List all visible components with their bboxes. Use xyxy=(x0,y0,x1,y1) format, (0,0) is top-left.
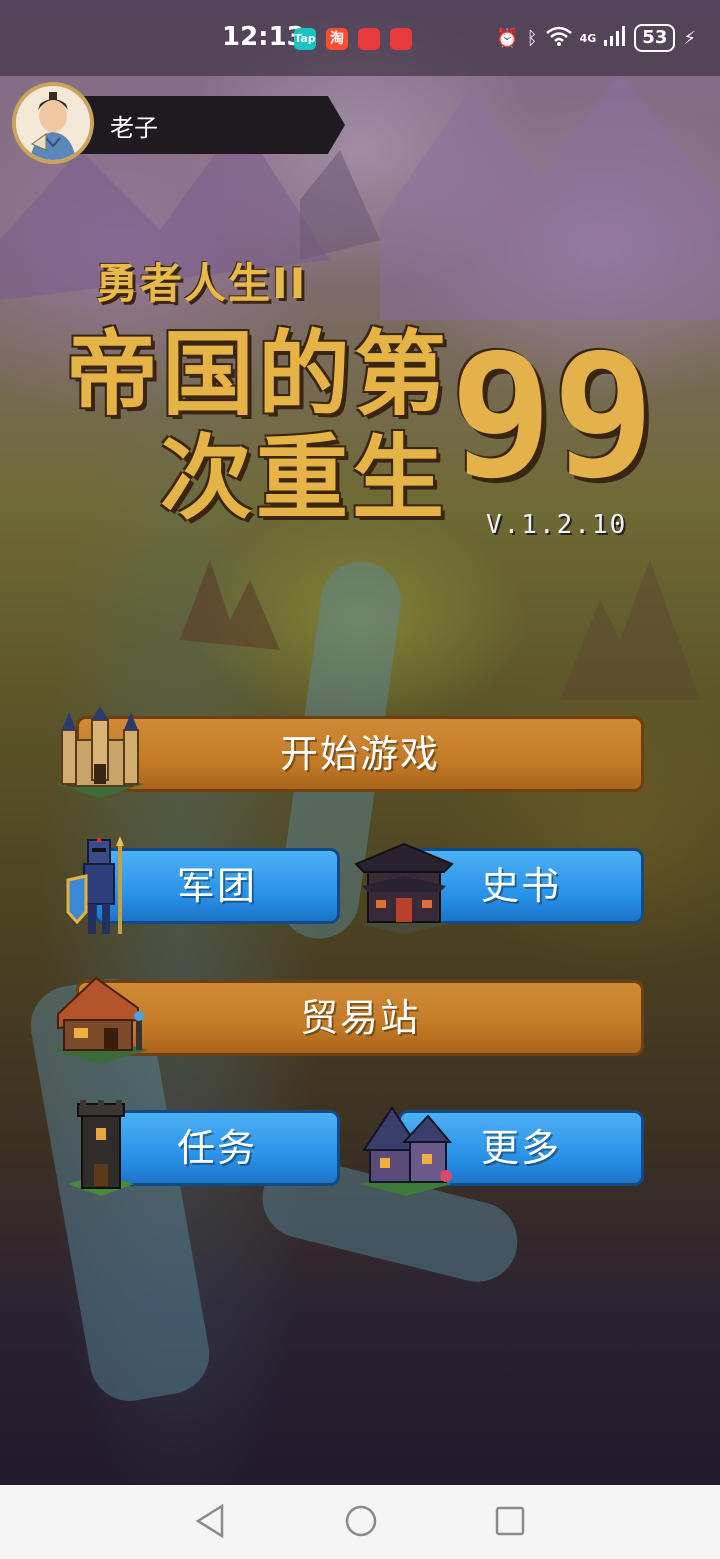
trade-station-button[interactable]: 贸易站 xyxy=(76,980,644,1056)
taobao-icon: 淘 xyxy=(326,28,348,50)
trade-house-icon xyxy=(52,976,148,1064)
title-line-2: 次重生 xyxy=(160,425,449,532)
system-navigation-bar xyxy=(0,1485,720,1559)
player-avatar[interactable] xyxy=(12,82,94,164)
castle-icon xyxy=(56,706,144,798)
cottage-icon xyxy=(360,1106,453,1196)
taptap-icon: Tap xyxy=(294,28,316,50)
status-bar: 12:13 Tap 淘 ⏰ ᛒ 4G 53 ⚡ xyxy=(0,0,720,76)
knight-icon xyxy=(66,836,124,934)
redpacket-icon xyxy=(358,28,380,50)
back-icon[interactable] xyxy=(194,1503,226,1539)
bluetooth-icon: ᛒ xyxy=(526,27,538,49)
temple-icon xyxy=(354,842,454,934)
clock: 12:13 xyxy=(222,22,305,52)
alarm-icon: ⏰ xyxy=(496,27,519,49)
status-icons: ⏰ ᛒ 4G 53 ⚡ xyxy=(496,24,696,52)
title-number: 99 xyxy=(450,318,655,516)
redpacket-icon xyxy=(390,28,412,50)
watchtower-icon xyxy=(68,1100,134,1196)
network-label: 4G xyxy=(579,31,597,45)
charging-icon: ⚡ xyxy=(683,27,696,49)
signal-icon xyxy=(604,25,626,51)
start-game-button[interactable]: 开始游戏 xyxy=(76,716,644,792)
recent-apps-icon[interactable] xyxy=(494,1503,526,1539)
avatar-portrait-icon xyxy=(16,86,90,160)
legion-label: 军团 xyxy=(176,864,257,908)
home-icon[interactable] xyxy=(344,1503,378,1539)
battery-indicator: 53 xyxy=(634,24,676,52)
player-name-bar[interactable] xyxy=(60,96,345,154)
wifi-icon xyxy=(545,26,572,51)
trade-station-label: 贸易站 xyxy=(299,996,420,1040)
start-game-label: 开始游戏 xyxy=(279,732,440,776)
version-label: V.1.2.10 xyxy=(486,510,628,540)
player-name: 老子 xyxy=(110,114,158,142)
